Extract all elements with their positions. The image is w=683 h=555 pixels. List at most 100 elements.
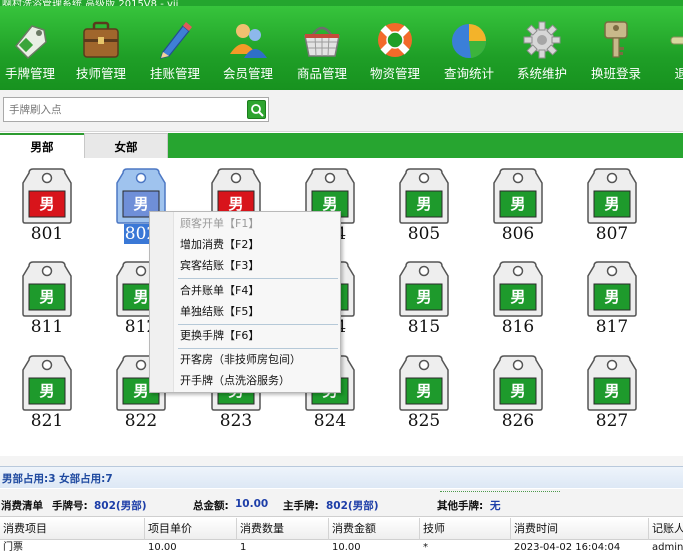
tag-806[interactable]: 男 806: [488, 167, 548, 245]
tag-number: 827: [582, 411, 642, 431]
menu-separator: [178, 348, 338, 349]
column-header-quantity[interactable]: 消费数量: [237, 518, 329, 540]
tag-number-text: 807: [595, 224, 629, 244]
tag-gender-label: 男: [416, 382, 432, 400]
tag-gender-label: 男: [510, 195, 526, 213]
search-icon: [251, 104, 264, 117]
column-header-amount[interactable]: 消费金额: [329, 518, 420, 540]
tag-grid: 男801男802男803男804男805男806男807男811男812男813…: [0, 158, 683, 456]
splitter-grip[interactable]: [440, 491, 560, 494]
tag-number-text: 806: [501, 224, 535, 244]
briefcase-icon: [83, 21, 119, 58]
toolbar-exit-button[interactable]: 退出: [650, 20, 683, 86]
cell-amount: 10.00: [332, 542, 361, 553]
tag-number-label: 手牌号:: [52, 500, 88, 512]
column-header-technician[interactable]: 技师: [420, 518, 511, 540]
cell-quantity: 1: [240, 542, 247, 553]
tag-number: 801: [17, 224, 77, 244]
tag-gender-label: 男: [604, 195, 620, 213]
menu-open-room[interactable]: 开客房（非技师房包间）: [180, 350, 301, 370]
bill-list-label: 消费清单: [1, 500, 43, 512]
tag-swipe-input[interactable]: [3, 97, 269, 122]
menu-guest-checkout[interactable]: 宾客结账【F3】: [180, 256, 259, 276]
tag-number-text: 811: [30, 317, 64, 337]
tag-821[interactable]: 男 821: [17, 354, 77, 432]
column-header-item[interactable]: 消费项目: [0, 518, 145, 540]
tag-gender-label: 男: [510, 288, 526, 306]
tabbar-background: [168, 133, 683, 158]
other-tags-value: 无: [490, 500, 501, 512]
menu-separator: [178, 278, 338, 279]
toolbar-system-maintenance-button[interactable]: 系统维护: [505, 20, 579, 86]
cell-technician: *: [423, 542, 428, 553]
table-row[interactable]: 门票 10.00 1 10.00 * 2023-04-02 16:04:04 a…: [0, 541, 683, 555]
lifebuoy-icon: [378, 23, 412, 57]
menu-add-charge[interactable]: 增加消费【F2】: [180, 235, 259, 255]
cell-unit-price: 10.00: [148, 542, 177, 553]
tag-number: 815: [394, 317, 454, 337]
tag-816[interactable]: 男 816: [488, 260, 548, 338]
tag-827[interactable]: 男 827: [582, 354, 642, 432]
tag-number: 805: [394, 224, 454, 244]
tag-number: 824: [300, 411, 360, 431]
cell-recorder: admin: [652, 542, 683, 553]
occupancy-bar: 男部占用:3 女部占用:7: [0, 466, 683, 488]
bill-summary: 消费清单 手牌号: 802(男部) 总金额: 10.00 主手牌: 802(男部…: [0, 489, 683, 517]
tag-807[interactable]: 男 807: [582, 167, 642, 245]
table-header: 消费项目 项目单价 消费数量 消费金额 技师 消费时间 记账人: [0, 518, 683, 540]
toolbar-technician-management-button[interactable]: 技师管理: [64, 20, 138, 86]
toolbar-product-management-button[interactable]: 商品管理: [285, 20, 359, 86]
toolbar-materials-management-button[interactable]: 物资管理: [358, 20, 432, 86]
toolbar-shift-login-button[interactable]: 换班登录: [579, 20, 653, 86]
tag-number: 816: [488, 317, 548, 337]
gear-icon: [523, 21, 561, 59]
toolbar-tag-management-button[interactable]: 手牌管理: [0, 20, 67, 86]
consumption-table: 消费项目 项目单价 消费数量 消费金额 技师 消费时间 记账人 门票 10.00…: [0, 518, 683, 555]
tag-number: 806: [488, 224, 548, 244]
tag-gender-label: 男: [39, 288, 55, 306]
menu-open-order[interactable]: 顾客开单【F1】: [180, 214, 259, 234]
main-tag-value: 802(男部): [326, 500, 379, 512]
tag-815[interactable]: 男 815: [394, 260, 454, 338]
menu-open-tag[interactable]: 开手牌（点洗浴服务）: [180, 371, 290, 391]
tag-gender-label: 男: [604, 382, 620, 400]
tag-826[interactable]: 男 826: [488, 354, 548, 432]
tab-male[interactable]: 男部: [0, 133, 84, 158]
tag-number-text: 824: [313, 411, 347, 431]
pencil-icon: [160, 22, 192, 59]
tab-female[interactable]: 女部: [84, 133, 168, 158]
tag-number-text: 817: [595, 317, 629, 337]
menu-single-checkout[interactable]: 单独结账【F5】: [180, 302, 259, 322]
grid-bottom-gap: [0, 456, 683, 466]
column-header-recorder[interactable]: 记账人: [649, 518, 683, 540]
tag-number-text: 822: [124, 411, 158, 431]
shopping-basket-icon: [304, 26, 340, 57]
tag-811[interactable]: 男 811: [17, 260, 77, 338]
tag-number-text: 821: [30, 411, 64, 431]
other-tags-label: 其他手牌:: [437, 500, 484, 512]
tag-825[interactable]: 男 825: [394, 354, 454, 432]
tag-817[interactable]: 男 817: [582, 260, 642, 338]
tag-gender-label: 男: [510, 382, 526, 400]
tag-number: 811: [17, 317, 77, 337]
tag-805[interactable]: 男 805: [394, 167, 454, 245]
tag-number-text: 815: [407, 317, 441, 337]
menu-gutter: [150, 212, 174, 392]
tag-number: 826: [488, 411, 548, 431]
column-header-time[interactable]: 消费时间: [511, 518, 649, 540]
menu-merge-bill[interactable]: 合并账单【F4】: [180, 281, 259, 301]
occupancy-status: 男部占用:3 女部占用:7: [2, 473, 113, 485]
menu-separator: [178, 324, 338, 325]
tag-number-text: 801: [30, 224, 64, 244]
total-amount-value: 10.00: [235, 498, 269, 510]
toolbar-query-statistics-button[interactable]: 查询统计: [432, 20, 506, 86]
column-header-unit-price[interactable]: 项目单价: [145, 518, 237, 540]
tag-number-text: 823: [219, 411, 253, 431]
menu-change-tag[interactable]: 更换手牌【F6】: [180, 326, 259, 346]
tag-801[interactable]: 男 801: [17, 167, 77, 245]
toolbar-member-management-button[interactable]: 会员管理: [211, 20, 285, 86]
members-icon: [230, 24, 267, 58]
cell-item: 门票: [3, 542, 23, 553]
search-button[interactable]: [247, 100, 266, 119]
toolbar-credit-management-button[interactable]: 挂账管理: [138, 20, 212, 86]
